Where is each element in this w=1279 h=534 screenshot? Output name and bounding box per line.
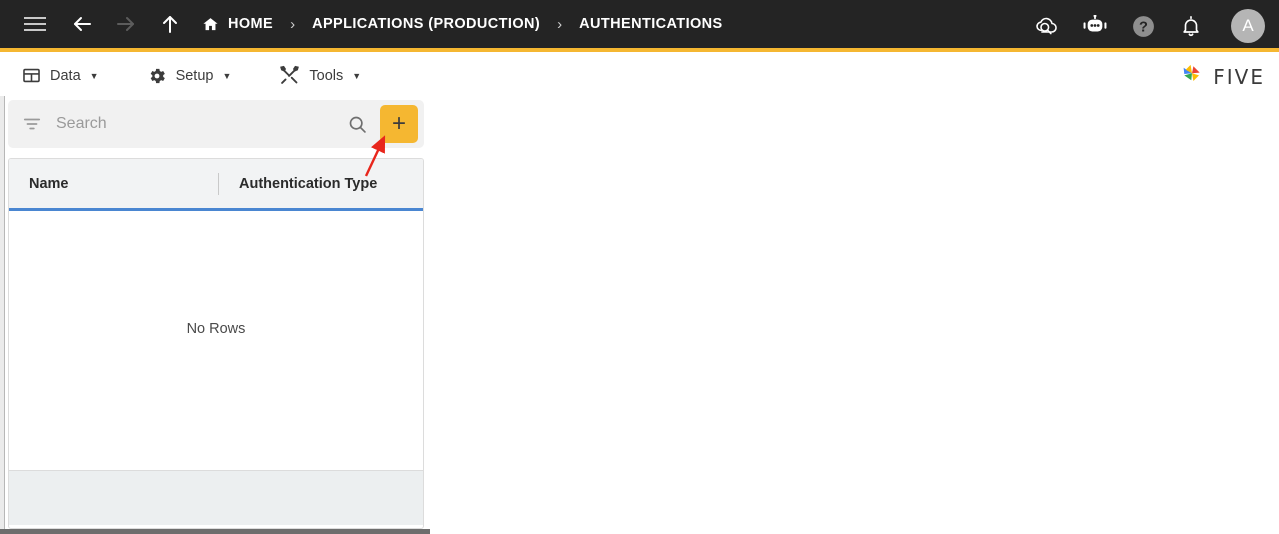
gear-icon bbox=[147, 66, 167, 86]
authentications-grid: Name Authentication Type No Rows bbox=[8, 158, 424, 529]
hamburger-menu-icon[interactable] bbox=[18, 9, 52, 39]
five-logo-text: FIVE bbox=[1213, 64, 1265, 89]
search-toolbar: + bbox=[8, 100, 424, 148]
five-brand-logo: FIVE bbox=[1178, 60, 1265, 93]
add-record-button[interactable]: + bbox=[380, 105, 418, 143]
forward-arrow-icon[interactable] bbox=[108, 6, 144, 42]
plus-icon: + bbox=[391, 110, 406, 137]
breadcrumb-item-authentications[interactable]: AUTHENTICATIONS bbox=[579, 16, 722, 32]
up-arrow-icon[interactable] bbox=[152, 6, 188, 42]
panel-left-gutter bbox=[0, 96, 5, 529]
breadcrumb-separator: › bbox=[557, 15, 563, 33]
back-arrow-icon[interactable] bbox=[64, 6, 100, 42]
avatar[interactable]: A bbox=[1231, 9, 1265, 43]
chatbot-icon[interactable] bbox=[1081, 12, 1109, 40]
no-rows-message: No Rows bbox=[186, 320, 246, 337]
grid-header-row: Name Authentication Type bbox=[9, 159, 423, 211]
notifications-bell-icon[interactable] bbox=[1177, 12, 1205, 40]
breadcrumb-label-authentications: AUTHENTICATIONS bbox=[579, 16, 723, 32]
menu-item-label-tools: Tools bbox=[309, 67, 344, 84]
home-icon bbox=[202, 16, 219, 33]
menu-item-tools[interactable]: Tools ▼ bbox=[269, 56, 371, 96]
menu-item-label-setup: Setup bbox=[175, 67, 214, 84]
menu-item-label-data: Data bbox=[50, 67, 81, 84]
horizontal-scrollbar[interactable] bbox=[0, 529, 430, 534]
breadcrumb-item-home[interactable]: HOME bbox=[202, 16, 273, 33]
grid-footer bbox=[9, 470, 423, 525]
five-pinwheel-logo-icon bbox=[1178, 60, 1206, 93]
svg-text:?: ? bbox=[1139, 19, 1148, 35]
breadcrumb-separator: › bbox=[290, 15, 296, 33]
breadcrumb-label-home: HOME bbox=[228, 16, 274, 32]
breadcrumb: HOME › APPLICATIONS (PRODUCTION) › AUTHE… bbox=[202, 16, 723, 33]
menu-item-data[interactable]: Data ▼ bbox=[12, 56, 109, 96]
column-header-authentication-type[interactable]: Authentication Type bbox=[219, 159, 423, 208]
filter-icon[interactable] bbox=[22, 115, 42, 133]
avatar-initial: A bbox=[1242, 16, 1254, 35]
cloud-search-icon[interactable] bbox=[1033, 12, 1061, 40]
breadcrumb-item-applications[interactable]: APPLICATIONS (PRODUCTION) bbox=[312, 16, 540, 32]
help-icon[interactable]: ? bbox=[1129, 12, 1157, 40]
authentications-list-panel: + Name Authentication Type No Rows bbox=[0, 96, 430, 534]
chevron-down-icon: ▼ bbox=[352, 70, 362, 81]
topbar-actions: ? A bbox=[1033, 0, 1265, 52]
column-header-name[interactable]: Name bbox=[9, 159, 218, 208]
chevron-down-icon: ▼ bbox=[222, 70, 232, 81]
search-input[interactable] bbox=[56, 115, 347, 133]
grid-body: No Rows bbox=[9, 211, 423, 470]
breadcrumb-label-applications: APPLICATIONS (PRODUCTION) bbox=[312, 16, 541, 32]
table-grid-icon bbox=[22, 66, 41, 85]
search-icon[interactable] bbox=[347, 114, 368, 135]
menu-item-setup[interactable]: Setup ▼ bbox=[137, 56, 242, 96]
top-navigation-bar: HOME › APPLICATIONS (PRODUCTION) › AUTHE… bbox=[0, 0, 1279, 52]
application-menu-bar: Data ▼ Setup ▼ Tools ▼ FIVE bbox=[0, 56, 1279, 96]
tools-icon bbox=[279, 65, 300, 86]
chevron-down-icon: ▼ bbox=[89, 70, 99, 81]
